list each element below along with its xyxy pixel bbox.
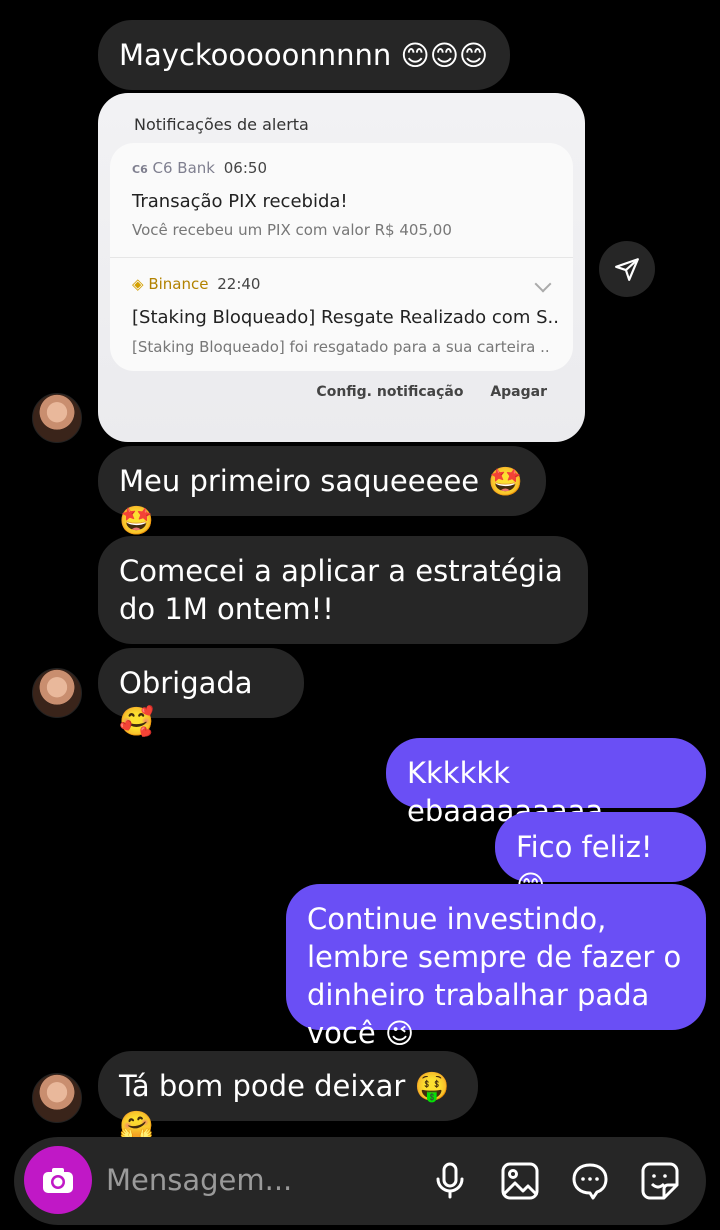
notification-panel-title: Notificações de alerta: [134, 115, 309, 134]
notification-title: Transação PIX recebida!: [132, 191, 348, 212]
send-icon: [615, 258, 639, 281]
message-received[interactable]: Obrigada 🥰: [98, 648, 304, 738]
message-text: Comecei a aplicar a estratégia do 1M ont…: [119, 554, 563, 626]
message-text: Continue investindo, lembre sempre de fa…: [307, 902, 682, 1050]
notification-list: C6 C6 Bank 06:50 Transação PIX recebida!…: [110, 143, 573, 371]
message-composer: Mensagem...: [14, 1137, 706, 1225]
divider: [110, 257, 573, 258]
notification-body: [Staking Bloqueado] foi resgatado para a…: [132, 338, 550, 356]
binance-icon: ◈: [132, 275, 144, 293]
notification-title: [Staking Bloqueado] Resgate Realizado co…: [132, 307, 559, 328]
emoji: 😉: [384, 1017, 415, 1050]
notification-app-row: C6 C6 Bank 06:50: [132, 159, 267, 177]
message-text: Mayckooooonnnnn: [119, 38, 392, 72]
sticker-button[interactable]: [638, 1159, 682, 1203]
notification-settings-label: Config. notificação: [316, 384, 464, 400]
avatar[interactable]: [32, 668, 82, 718]
microphone-button[interactable]: [428, 1159, 472, 1203]
notification-app-row: ◈ Binance 22:40: [132, 275, 260, 293]
message-text: Obrigada: [119, 666, 253, 700]
notification-app-name: C6 Bank: [152, 159, 215, 177]
notification-time: 22:40: [217, 275, 261, 293]
message-received[interactable]: Comecei a aplicar a estratégia do 1M ont…: [98, 536, 588, 644]
avatar[interactable]: [32, 1073, 82, 1123]
chat-button[interactable]: [568, 1159, 612, 1203]
message-text: Meu primeiro saqueeeee: [119, 464, 480, 498]
notification-actions: Config. notificação Apagar: [294, 384, 547, 400]
message-received[interactable]: Tá bom pode deixar 🤑🤗: [98, 1051, 478, 1142]
message-sent[interactable]: Continue investindo, lembre sempre de fa…: [286, 884, 706, 1050]
microphone-icon: [436, 1162, 464, 1199]
message-text: Fico feliz!: [516, 830, 653, 864]
sticker-icon: [641, 1162, 679, 1200]
message-text: Tá bom pode deixar: [119, 1069, 406, 1103]
gallery-button[interactable]: [498, 1159, 542, 1203]
emoji: 🥰: [119, 705, 154, 738]
camera-button[interactable]: [24, 1146, 92, 1214]
gallery-icon: [501, 1162, 539, 1200]
camera-icon: [43, 1168, 73, 1193]
chevron-down-icon: [534, 275, 552, 293]
notification-app-name: Binance: [148, 275, 209, 293]
chat-bubble-icon: [572, 1163, 608, 1200]
message-received[interactable]: Mayckooooonnnnn 😊😊😊: [98, 20, 510, 90]
clear-label: Apagar: [490, 384, 547, 400]
message-input[interactable]: Mensagem...: [106, 1163, 292, 1197]
c6-bank-icon: C6: [132, 163, 148, 176]
share-button[interactable]: [599, 241, 655, 297]
notification-time: 06:50: [223, 159, 267, 177]
message-sent[interactable]: Kkkkkk ebaaaaaaaaa: [386, 738, 706, 828]
emoji: 😊😊😊: [400, 39, 489, 72]
message-received[interactable]: Meu primeiro saqueeeee 🤩🤩: [98, 446, 546, 537]
shared-image-notification-screenshot[interactable]: Notificações de alerta C6 C6 Bank 06:50 …: [98, 93, 585, 442]
notification-body: Você recebeu um PIX com valor R$ 405,00: [132, 221, 452, 239]
avatar[interactable]: [32, 393, 82, 443]
message-sent[interactable]: Fico feliz! 😊: [495, 812, 706, 902]
